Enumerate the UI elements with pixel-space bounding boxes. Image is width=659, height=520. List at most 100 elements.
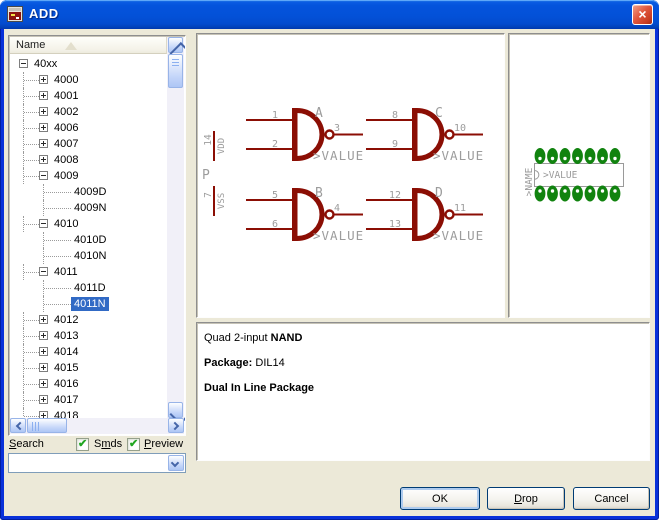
svg-text:>VALUE: >VALUE bbox=[313, 228, 364, 243]
svg-text:8: 8 bbox=[392, 110, 398, 121]
scroll-left-icon[interactable] bbox=[10, 418, 26, 433]
preview-checkbox-label[interactable]: Preview bbox=[144, 438, 183, 450]
tree-item-4014[interactable]: 4014 bbox=[12, 344, 167, 360]
expand-plus-icon[interactable] bbox=[39, 123, 48, 132]
search-row: Search Smds Preview bbox=[8, 437, 186, 453]
tree-item-label: 4009D bbox=[71, 185, 109, 199]
svg-text:>VALUE: >VALUE bbox=[433, 148, 484, 163]
expand-plus-icon[interactable] bbox=[39, 411, 48, 418]
tree-item-label: 4011 bbox=[51, 265, 81, 279]
svg-text:11: 11 bbox=[454, 203, 466, 214]
title-bar[interactable]: ADD × bbox=[0, 0, 659, 29]
expand-plus-icon[interactable] bbox=[39, 155, 48, 164]
tree-item-4000[interactable]: 4000 bbox=[12, 72, 167, 88]
drop-button[interactable]: Drop bbox=[487, 487, 565, 510]
tree-item-4016[interactable]: 4016 bbox=[12, 376, 167, 392]
cancel-button[interactable]: Cancel bbox=[573, 487, 650, 510]
dil14-footprint: >VALUE >NAME bbox=[509, 34, 649, 322]
app-icon bbox=[7, 6, 23, 22]
svg-text:>NAME: >NAME bbox=[524, 167, 535, 196]
tree-item-label: 4011N bbox=[71, 297, 109, 311]
svg-text:>VALUE: >VALUE bbox=[313, 148, 364, 163]
svg-text:2: 2 bbox=[272, 139, 278, 150]
window-title: ADD bbox=[29, 6, 59, 21]
tree-item-4010D[interactable]: 4010D bbox=[12, 232, 167, 248]
svg-text:>VALUE: >VALUE bbox=[433, 228, 484, 243]
expand-plus-icon[interactable] bbox=[39, 331, 48, 340]
horizontal-scroll-thumb[interactable] bbox=[27, 418, 67, 433]
tree-item-4010[interactable]: 4010 bbox=[12, 216, 167, 232]
expand-plus-icon[interactable] bbox=[39, 395, 48, 404]
svg-text:3: 3 bbox=[334, 123, 340, 134]
smds-checkbox-label[interactable]: Smds bbox=[94, 438, 122, 450]
tree-item-4010N[interactable]: 4010N bbox=[12, 248, 167, 264]
expand-plus-icon[interactable] bbox=[39, 75, 48, 84]
svg-text:B: B bbox=[315, 186, 323, 201]
tree-column-header-name[interactable]: Name bbox=[10, 37, 167, 54]
tree-item-4018[interactable]: 4018 bbox=[12, 408, 167, 418]
vertical-scroll-thumb[interactable] bbox=[168, 54, 183, 88]
svg-text:7: 7 bbox=[203, 192, 214, 198]
tree-item-40xx[interactable]: 40xx bbox=[12, 56, 167, 72]
tree-item-4009[interactable]: 4009 bbox=[12, 168, 167, 184]
tree-item-4011N[interactable]: 4011N bbox=[12, 296, 167, 312]
tree-item-label: 4014 bbox=[51, 345, 81, 359]
tree-item-label: 4007 bbox=[51, 137, 81, 151]
expand-plus-icon[interactable] bbox=[39, 363, 48, 372]
expand-plus-icon[interactable] bbox=[39, 107, 48, 116]
tree-item-4013[interactable]: 4013 bbox=[12, 328, 167, 344]
ok-button[interactable]: OK bbox=[400, 487, 480, 510]
tree-item-4017[interactable]: 4017 bbox=[12, 392, 167, 408]
tree-item-4006[interactable]: 4006 bbox=[12, 120, 167, 136]
collapse-minus-icon[interactable] bbox=[39, 267, 48, 276]
tree-item-4002[interactable]: 4002 bbox=[12, 104, 167, 120]
combo-dropdown-icon[interactable] bbox=[168, 455, 184, 471]
tree-item-label: 4015 bbox=[51, 361, 81, 375]
expand-plus-icon[interactable] bbox=[39, 315, 48, 324]
svg-text:>VALUE: >VALUE bbox=[543, 170, 578, 181]
tree-item-4015[interactable]: 4015 bbox=[12, 360, 167, 376]
smds-checkbox[interactable] bbox=[76, 438, 89, 451]
scroll-right-icon[interactable] bbox=[168, 418, 184, 433]
expand-plus-icon[interactable] bbox=[39, 91, 48, 100]
expand-plus-icon[interactable] bbox=[39, 139, 48, 148]
symbol-preview-panel: 1 2 3 A >VALUE 8 9 10 C >VALUE 5 6 4 B >… bbox=[196, 33, 505, 318]
preview-checkbox[interactable] bbox=[127, 438, 140, 451]
tree-item-label: 4010D bbox=[71, 233, 109, 247]
svg-text:5: 5 bbox=[272, 190, 278, 201]
tree-item-label: 4001 bbox=[51, 89, 81, 103]
svg-text:VDD: VDD bbox=[217, 138, 227, 154]
scroll-up-icon[interactable] bbox=[168, 37, 183, 53]
collapse-minus-icon[interactable] bbox=[19, 59, 28, 68]
svg-text:10: 10 bbox=[454, 123, 466, 134]
description-title: Quad 2-input NAND bbox=[204, 332, 642, 344]
svg-text:4: 4 bbox=[334, 203, 340, 214]
scroll-down-icon[interactable] bbox=[168, 402, 183, 418]
tree-item-4011D[interactable]: 4011D bbox=[12, 280, 167, 296]
tree-item-label: 4012 bbox=[51, 313, 81, 327]
tree-vertical-scrollbar[interactable] bbox=[167, 37, 184, 418]
tree-item-label: 4013 bbox=[51, 329, 81, 343]
tree-horizontal-scrollbar[interactable] bbox=[10, 418, 184, 434]
expand-plus-icon[interactable] bbox=[39, 379, 48, 388]
tree-item-4009D[interactable]: 4009D bbox=[12, 184, 167, 200]
search-input[interactable] bbox=[12, 456, 165, 468]
close-icon[interactable]: × bbox=[632, 4, 653, 25]
svg-text:A: A bbox=[315, 106, 323, 121]
package-preview-panel: >VALUE >NAME bbox=[508, 33, 650, 318]
tree-item-4009N[interactable]: 4009N bbox=[12, 200, 167, 216]
collapse-minus-icon[interactable] bbox=[39, 219, 48, 228]
tree-item-label: 40xx bbox=[31, 57, 60, 71]
collapse-minus-icon[interactable] bbox=[39, 171, 48, 180]
sort-ascending-icon bbox=[65, 42, 77, 50]
tree-item-4012[interactable]: 4012 bbox=[12, 312, 167, 328]
tree-item-label: 4002 bbox=[51, 105, 81, 119]
tree-item-4011[interactable]: 4011 bbox=[12, 264, 167, 280]
svg-text:D: D bbox=[435, 186, 443, 201]
search-combobox[interactable] bbox=[8, 453, 186, 473]
tree-item-4001[interactable]: 4001 bbox=[12, 88, 167, 104]
tree-item-4007[interactable]: 4007 bbox=[12, 136, 167, 152]
tree-item-label: 4010N bbox=[71, 249, 109, 263]
expand-plus-icon[interactable] bbox=[39, 347, 48, 356]
tree-item-4008[interactable]: 4008 bbox=[12, 152, 167, 168]
